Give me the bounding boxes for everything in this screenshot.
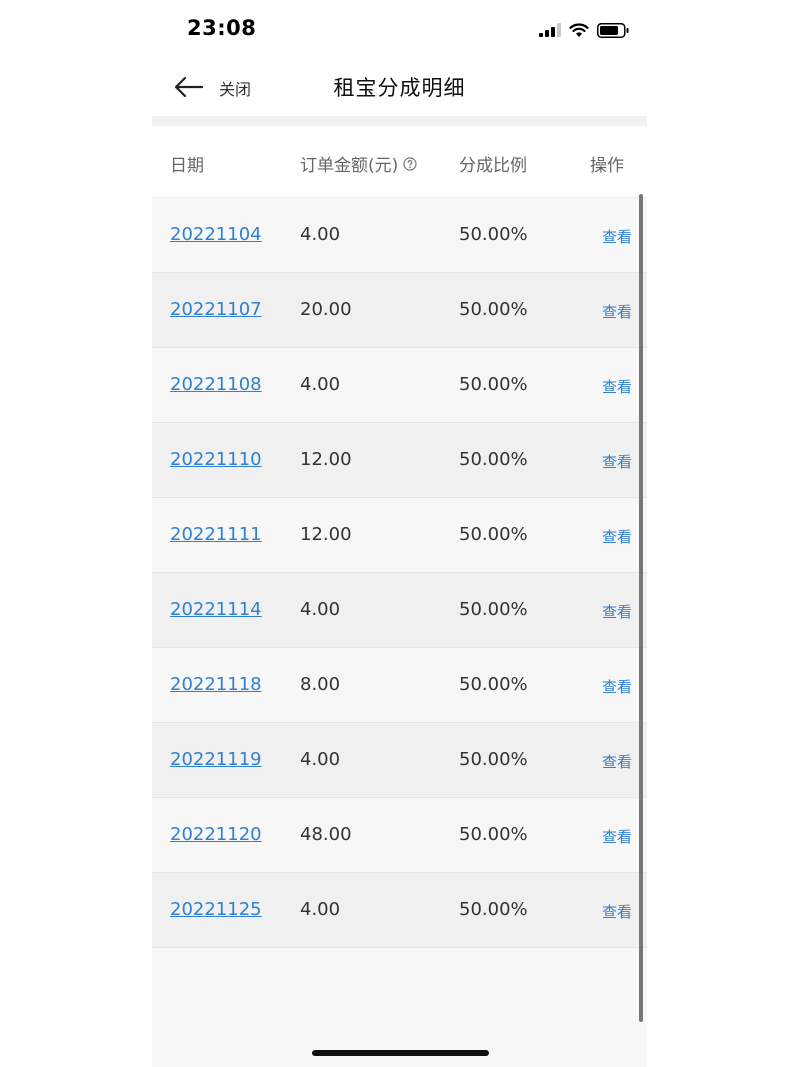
header-amount: 订单金额(元)	[300, 151, 417, 176]
row-ratio: 50.00%	[459, 374, 528, 395]
row-view-button[interactable]: 查看	[602, 601, 632, 622]
header-amount-label: 订单金额(元)	[300, 156, 399, 176]
table-row: 20221104 4.00 50.00% 查看	[152, 198, 647, 273]
row-amount: 8.00	[300, 674, 341, 695]
row-ratio: 50.00%	[459, 899, 528, 920]
status-icons	[539, 20, 629, 40]
header-action-label: 操作	[590, 156, 624, 176]
row-ratio: 50.00%	[459, 449, 528, 470]
question-circle-icon[interactable]	[403, 156, 417, 171]
signal-icon	[539, 23, 561, 37]
row-ratio: 50.00%	[459, 524, 528, 545]
table-row: 20221107 20.00 50.00% 查看	[152, 273, 647, 348]
row-date-link[interactable]: 20221120	[170, 824, 262, 845]
row-view-button[interactable]: 查看	[602, 451, 632, 472]
home-indicator[interactable]	[312, 1050, 489, 1056]
table-row: 20221110 12.00 50.00% 查看	[152, 423, 647, 498]
row-amount: 12.00	[300, 524, 352, 545]
table-row: 20221125 4.00 50.00% 查看	[152, 873, 647, 948]
table-row: 20221114 4.00 50.00% 查看	[152, 573, 647, 648]
nav-divider	[152, 116, 647, 126]
row-date-link[interactable]: 20221118	[170, 674, 262, 695]
wifi-icon	[569, 22, 589, 37]
row-amount: 4.00	[300, 224, 341, 245]
header-ratio: 分成比例	[459, 151, 527, 176]
row-amount: 4.00	[300, 374, 341, 395]
row-date-link[interactable]: 20221107	[170, 299, 262, 320]
row-view-button[interactable]: 查看	[602, 901, 632, 922]
row-amount: 12.00	[300, 449, 352, 470]
page-title: 租宝分成明细	[333, 76, 466, 100]
battery-icon	[597, 22, 629, 38]
row-view-button[interactable]: 查看	[602, 526, 632, 547]
row-amount: 4.00	[300, 749, 341, 770]
row-date-link[interactable]: 20221125	[170, 899, 262, 920]
row-date-link[interactable]: 20221119	[170, 749, 262, 770]
row-view-button[interactable]: 查看	[602, 226, 632, 247]
header-date: 日期	[170, 151, 204, 176]
table-row: 20221118 8.00 50.00% 查看	[152, 648, 647, 723]
row-ratio: 50.00%	[459, 674, 528, 695]
row-date-link[interactable]: 20221111	[170, 524, 262, 545]
table-rows: 20221104 4.00 50.00% 查看 20221107 20.00 5…	[152, 198, 647, 948]
table-header: 日期 订单金额(元) 分成比例 操作	[152, 126, 647, 198]
screen: 23:08 关闭 租宝分成明细 日期 订单金额(元) 分成比例 操作 20221…	[0, 0, 800, 1067]
row-view-button[interactable]: 查看	[602, 751, 632, 772]
row-ratio: 50.00%	[459, 299, 528, 320]
row-amount: 20.00	[300, 299, 352, 320]
row-ratio: 50.00%	[459, 824, 528, 845]
table-row: 20221108 4.00 50.00% 查看	[152, 348, 647, 423]
row-ratio: 50.00%	[459, 224, 528, 245]
scrollbar[interactable]	[639, 194, 643, 1022]
row-amount: 4.00	[300, 899, 341, 920]
row-view-button[interactable]: 查看	[602, 376, 632, 397]
row-view-button[interactable]: 查看	[602, 826, 632, 847]
header-ratio-label: 分成比例	[459, 156, 527, 176]
table-row: 20221111 12.00 50.00% 查看	[152, 498, 647, 573]
table-row: 20221119 4.00 50.00% 查看	[152, 723, 647, 798]
status-bar: 23:08	[152, 0, 647, 58]
table-row: 20221120 48.00 50.00% 查看	[152, 798, 647, 873]
header-date-label: 日期	[170, 156, 204, 176]
row-view-button[interactable]: 查看	[602, 676, 632, 697]
status-time: 23:08	[187, 16, 257, 40]
row-ratio: 50.00%	[459, 749, 528, 770]
row-date-link[interactable]: 20221110	[170, 449, 262, 470]
row-amount: 4.00	[300, 599, 341, 620]
row-date-link[interactable]: 20221104	[170, 224, 262, 245]
revenue-share-table: 日期 订单金额(元) 分成比例 操作 20221104 4.00 50.00% …	[152, 126, 647, 1067]
row-amount: 48.00	[300, 824, 352, 845]
row-ratio: 50.00%	[459, 599, 528, 620]
row-date-link[interactable]: 20221114	[170, 599, 262, 620]
row-date-link[interactable]: 20221108	[170, 374, 262, 395]
nav-bar: 关闭 租宝分成明细	[152, 58, 647, 116]
row-view-button[interactable]: 查看	[602, 301, 632, 322]
header-action: 操作	[590, 151, 624, 176]
